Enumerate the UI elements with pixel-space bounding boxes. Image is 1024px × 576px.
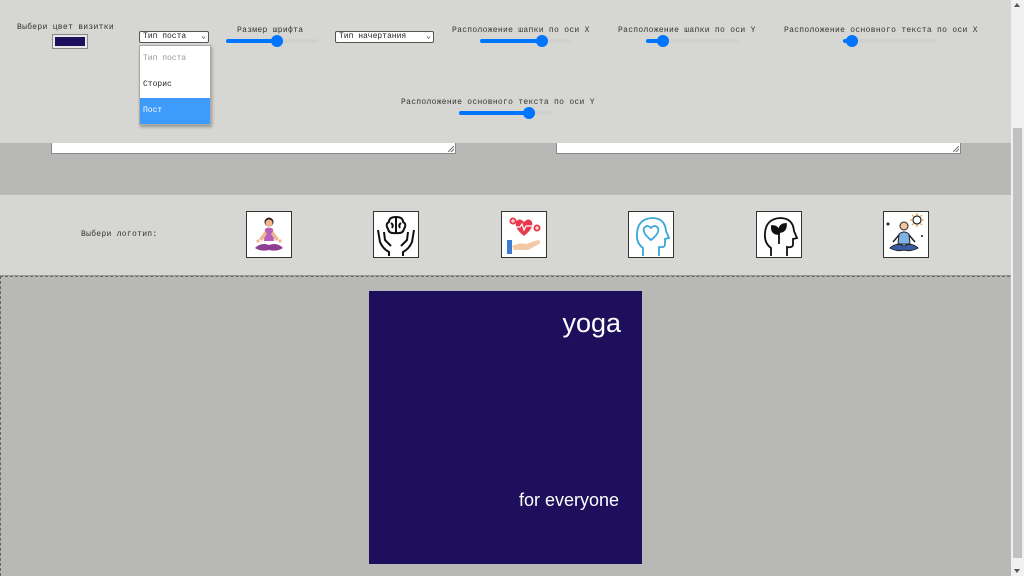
scrollbar-thumb[interactable] [1013, 128, 1022, 558]
post-type-select[interactable]: Тип поста ⌄ [139, 31, 209, 43]
body-y-slider-thumb[interactable] [522, 107, 535, 119]
scroll-up-icon[interactable] [1014, 3, 1020, 7]
body-text-input[interactable] [556, 143, 961, 154]
resize-grip-icon[interactable] [448, 146, 454, 152]
header-x-label: Расположение шапки по оси X [452, 26, 590, 35]
font-size-slider[interactable] [226, 35, 318, 47]
vertical-scrollbar[interactable] [1011, 0, 1024, 576]
body-x-slider[interactable] [843, 35, 935, 47]
header-x-slider[interactable] [480, 35, 572, 47]
font-size-slider-thumb[interactable] [270, 35, 283, 47]
meditation-sun-icon[interactable] [883, 211, 929, 258]
card-color-picker[interactable] [52, 34, 88, 49]
post-type-option[interactable]: Пост [140, 98, 210, 124]
body-y-slider[interactable] [459, 107, 551, 119]
heart-care-hand-icon[interactable] [501, 211, 547, 258]
body-x-label: Расположение основного текста по оси X [784, 26, 978, 35]
chevron-down-icon: ⌄ [426, 32, 431, 41]
font-style-select[interactable]: Тип начертания ⌄ [335, 31, 434, 43]
card-color-label: Выбери цвет визитки [17, 23, 114, 32]
post-type-option[interactable]: Сторис [140, 72, 210, 98]
controls-panel: Выбери цвет визитки Тип поста ⌄ Размер ш… [0, 0, 1011, 143]
header-y-slider-thumb[interactable] [656, 35, 669, 47]
body-x-slider-thumb[interactable] [846, 35, 859, 47]
chevron-down-icon: ⌄ [201, 32, 206, 41]
post-type-dropdown: Тип поста Сторис Пост [139, 45, 211, 125]
card-subtitle: for everyone [518, 490, 619, 510]
header-y-slider[interactable] [646, 35, 738, 47]
body-y-label: Расположение основного текста по оси Y [401, 98, 595, 107]
post-type-selected: Тип поста [143, 32, 187, 41]
business-card-preview: yoga for everyone [369, 291, 642, 564]
scroll-down-icon[interactable] [1014, 569, 1020, 573]
head-plant-icon[interactable] [756, 211, 802, 258]
header-y-label: Расположение шапки по оси Y [618, 26, 756, 35]
card-color-swatch [55, 37, 85, 46]
head-heart-icon[interactable] [628, 211, 674, 258]
header-x-slider-thumb[interactable] [535, 35, 548, 47]
font-style-selected: Тип начертания [339, 32, 407, 41]
yoga-woman-icon[interactable] [246, 211, 292, 258]
header-text-input[interactable] [51, 143, 456, 154]
brain-hands-icon[interactable] [373, 211, 419, 258]
font-size-label: Размер шрифта [237, 26, 304, 35]
resize-grip-icon[interactable] [953, 146, 959, 152]
logo-picker-label: Выбери логотип: [81, 230, 158, 239]
card-title: yoga [562, 308, 621, 338]
text-inputs-area [0, 143, 1011, 195]
post-type-option[interactable]: Тип поста [140, 46, 210, 72]
